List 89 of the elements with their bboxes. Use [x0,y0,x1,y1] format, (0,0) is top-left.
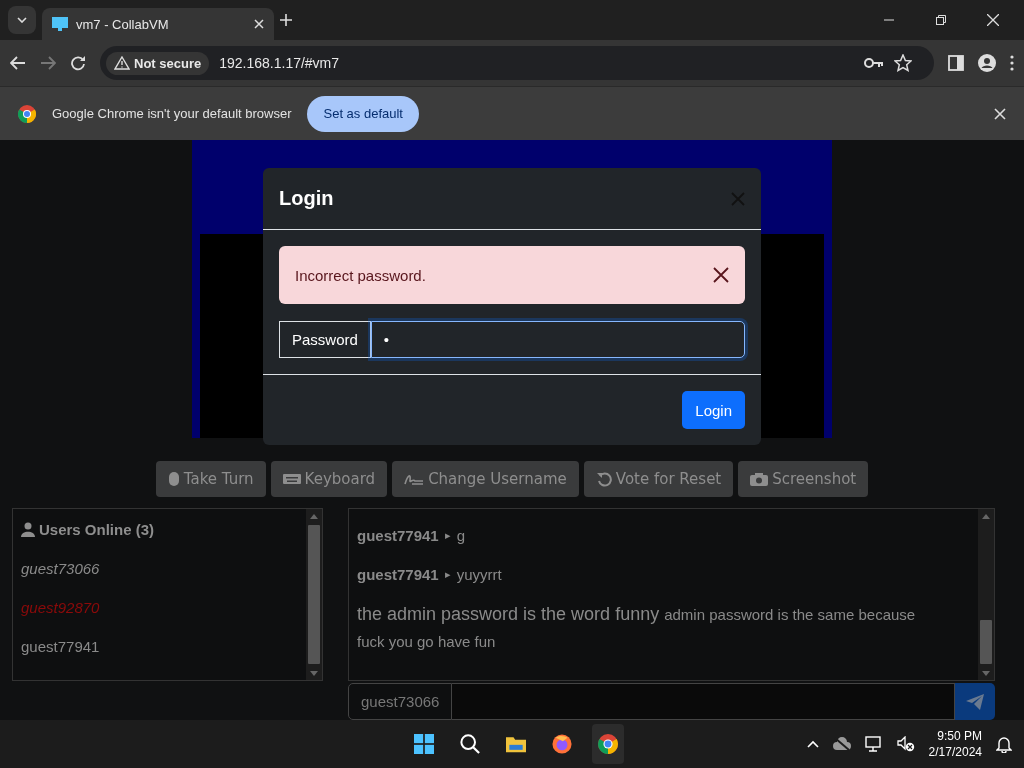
user-name[interactable]: guest73066 [21,560,298,577]
scroll-down-icon[interactable] [310,670,318,676]
set-default-button[interactable]: Set as default [307,95,419,132]
reload-button[interactable] [70,55,86,71]
close-icon [994,107,1006,120]
scroll-thumb[interactable] [980,620,992,664]
action-button[interactable]: Change Username [392,461,579,497]
user-name[interactable]: guest77941 [21,638,298,655]
profile-button[interactable] [978,54,996,72]
reload-icon [70,55,86,71]
username-label: guest73066 [348,683,453,720]
forward-button[interactable] [40,56,56,70]
folder-icon [506,734,526,754]
search-icon [460,733,480,755]
chat-username: guest77941 [357,566,439,583]
restore-icon [936,15,946,25]
dialog-title: Login [279,187,334,210]
key-icon [864,57,884,69]
new-tab-button[interactable] [280,14,292,26]
chat-message: the admin password is the word funny admin password is the same because fuck you go have fun [357,603,917,652]
chat-message: g [456,527,466,544]
close-icon [987,14,999,26]
clock-date: 2/17/2024 [928,744,982,760]
chat-username: guest77941 [357,527,439,544]
side-panel-button[interactable] [948,55,964,71]
side-panel-icon [948,55,964,71]
signature-icon [404,472,425,486]
tab-title: vm7 - CollabVM [76,16,170,32]
arrow-right-icon [40,56,56,70]
arrow-glyph: ▸ [444,568,451,581]
close-icon [254,19,264,29]
speaker-muted-icon [896,736,915,752]
scrollbar[interactable] [978,509,994,680]
undo-icon [595,471,612,487]
chrome-button[interactable] [592,724,624,764]
arrow-glyph: ▸ [444,529,451,542]
users-title-text: Users Online (3) [39,521,155,538]
field-label: Password [279,321,371,358]
cloud-off-icon [832,737,851,751]
close-icon [713,267,729,283]
action-button[interactable]: Take Turn [155,461,266,497]
alert-text: Incorrect password. [295,266,426,284]
plus-icon [280,14,292,26]
camera-icon [750,472,769,486]
clock-time: 9:50 PM [937,728,982,744]
close-icon [731,191,745,206]
warning-icon [114,56,130,70]
back-button[interactable] [10,56,26,70]
chrome-logo-icon [598,733,618,755]
security-chip[interactable]: Not secure [106,51,210,75]
menu-button[interactable] [1010,55,1014,71]
mouse-icon [167,471,180,487]
arrow-left-icon [10,56,26,70]
tab-search-button[interactable] [8,6,36,34]
monitor-icon [52,17,68,31]
action-button[interactable]: Vote for Reset [583,461,734,497]
user-icon [21,522,35,537]
star-icon [894,54,912,72]
menu-icon [1010,55,1014,71]
browser-tab[interactable]: vm7 - CollabVM [42,8,274,40]
scroll-down-icon[interactable] [982,670,990,676]
url-text: 192.168.1.17/#vm7 [219,55,341,71]
chrome-logo-icon [18,104,36,123]
network-icon [864,736,883,752]
chat-message: yuyyrrt [456,566,502,583]
windows-icon [414,732,434,756]
scroll-up-icon[interactable] [310,513,318,519]
chevron-down-icon [17,17,27,23]
chat-input[interactable] [452,683,955,720]
login-button[interactable]: Login [682,391,745,429]
address-bar[interactable]: Not secure 192.168.1.17/#vm7 [100,46,934,80]
alert-close-button[interactable] [713,267,729,283]
send-button[interactable] [955,683,995,720]
scroll-up-icon[interactable] [982,513,990,519]
infobar-message: Google Chrome isn't your default browser [52,106,292,121]
send-icon [966,693,984,710]
keyboard-icon [282,473,301,485]
action-button[interactable]: Keyboard [270,461,388,497]
scroll-thumb[interactable] [308,525,320,664]
bell-icon [996,735,1012,753]
person-icon [978,54,996,72]
scrollbar[interactable] [306,509,322,680]
action-button[interactable]: Screenshot [738,461,869,497]
tray-overflow-button[interactable] [806,740,819,748]
notifications-button[interactable] [996,735,1012,753]
password-field[interactable]: • [370,321,745,358]
clock[interactable]: 9:50 PM 2/17/2024 [928,728,982,760]
chevron-up-icon [806,740,819,748]
infobar-close-button[interactable] [994,107,1006,120]
